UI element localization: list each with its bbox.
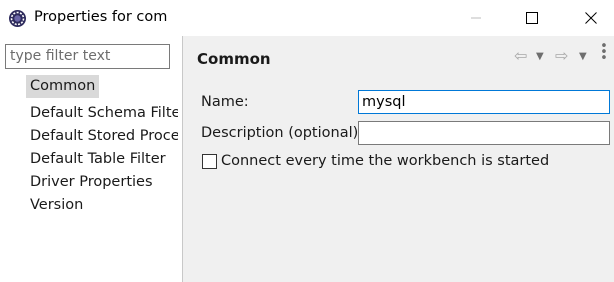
forward-dropdown-icon[interactable]: ▼	[579, 51, 587, 62]
title-bar: Properties for com	[0, 0, 614, 36]
left-panel: Common Default Schema Filte Default Stor…	[0, 36, 182, 282]
property-page: Common ⇦ ▼ ⇨ ▼ ••• Name: Description (op…	[183, 36, 614, 282]
minimize-icon	[471, 17, 481, 19]
back-dropdown-icon[interactable]: ▼	[536, 51, 544, 62]
back-arrow-icon[interactable]: ⇦	[514, 46, 527, 65]
window-title: Properties for com	[34, 9, 168, 25]
connect-on-start-checkbox[interactable]	[202, 154, 217, 169]
name-input[interactable]	[359, 91, 609, 113]
app-icon	[8, 9, 27, 28]
tree-item-common[interactable]: Common	[26, 75, 100, 98]
page-header: Common ⇦ ▼ ⇨ ▼ • • •	[183, 36, 614, 78]
name-label: Name:	[201, 94, 249, 110]
page-title: Common	[197, 50, 271, 68]
maximize-icon	[526, 12, 538, 24]
minimize-button[interactable]	[453, 0, 499, 36]
view-menu-icon[interactable]: • • •	[600, 40, 608, 65]
forward-arrow-icon[interactable]: ⇨	[555, 46, 568, 65]
tree-item-default-stored-procedure[interactable]: Default Stored Proce	[26, 125, 178, 148]
filter-field[interactable]	[5, 44, 170, 69]
close-icon	[585, 12, 597, 24]
tree-item-default-schema-filter[interactable]: Default Schema Filte	[26, 102, 178, 125]
tree-item-version[interactable]: Version	[26, 194, 178, 217]
name-field[interactable]	[358, 90, 610, 114]
connect-on-start-label[interactable]: Connect every time the workbench is star…	[221, 153, 549, 169]
tree-item-default-table-filter[interactable]: Default Table Filter	[26, 148, 178, 171]
dialog-content: Common Default Schema Filte Default Stor…	[0, 36, 614, 282]
page-tree: Common Default Schema Filte Default Stor…	[26, 75, 178, 217]
description-field[interactable]	[358, 121, 610, 145]
description-label: Description (optional):	[201, 125, 364, 141]
close-button[interactable]	[568, 0, 614, 36]
filter-input[interactable]	[6, 45, 169, 67]
description-input[interactable]	[359, 122, 609, 144]
tree-item-driver-properties[interactable]: Driver Properties	[26, 171, 178, 194]
maximize-button[interactable]	[509, 0, 555, 36]
